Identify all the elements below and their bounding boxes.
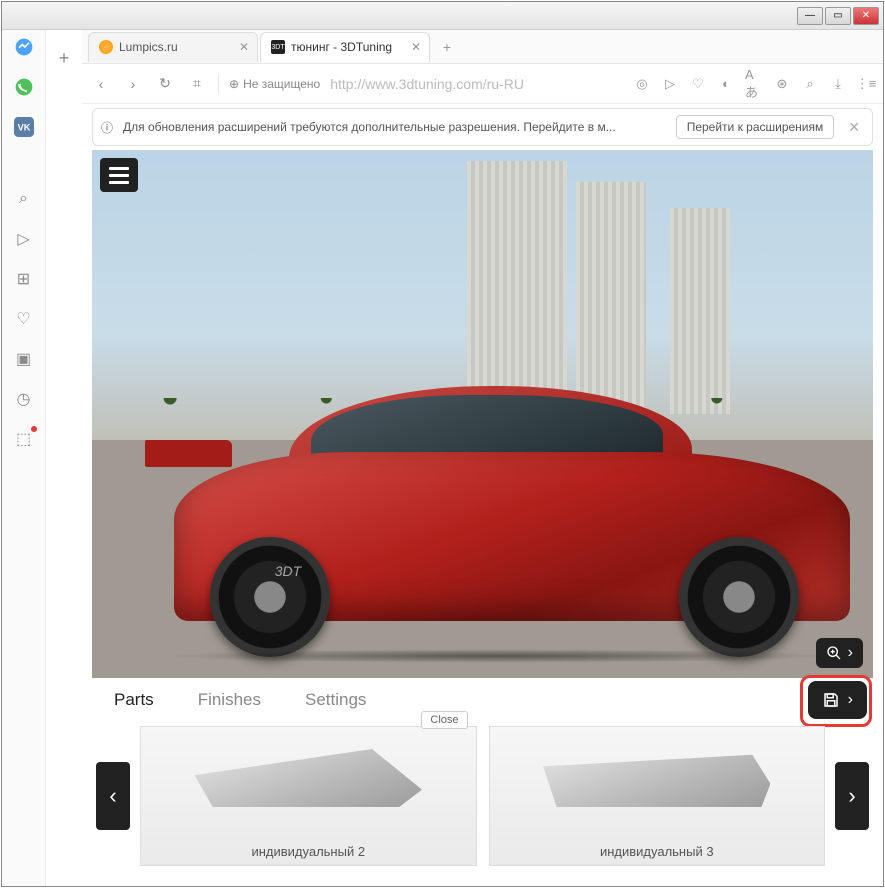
download-icon[interactable]: ⤓ (829, 75, 847, 93)
tab-title: Lumpics.ru (119, 40, 178, 54)
chevron-right-icon: › (848, 691, 853, 709)
globe-icon: ⊕ (229, 77, 239, 91)
tab-bar: Lumpics.ru ✕ 3DT тюнинг - 3DTuning ✕ + (82, 30, 883, 64)
part-label: индивидуальный 3 (600, 844, 714, 859)
translate-icon[interactable]: Aあ (745, 75, 763, 93)
close-chip[interactable]: Close (421, 711, 467, 729)
part-label: индивидуальный 2 (251, 844, 365, 859)
window-maximize-button[interactable]: ▭ (825, 7, 851, 25)
window-minimize-button[interactable]: — (797, 7, 823, 25)
reload-button[interactable]: ↻ (154, 73, 176, 95)
notification-message: Для обновления расширений требуются допо… (123, 120, 666, 134)
info-icon: ⓘ (101, 119, 113, 136)
save-button[interactable]: › (808, 681, 867, 719)
new-tab-button[interactable]: + (436, 36, 458, 58)
history-icon[interactable]: ◷ (13, 388, 35, 410)
url-field[interactable]: http://www.3dtuning.com/ru-RU (330, 76, 623, 92)
window-close-button[interactable]: ✕ (853, 7, 879, 25)
page-viewport: 3DT › Parts Finishes Settings (92, 150, 873, 878)
save-icon (822, 691, 840, 709)
play-icon[interactable]: ▷ (661, 75, 679, 93)
magnify-icon[interactable]: ⌕ (801, 75, 819, 93)
parts-next-button[interactable]: › (835, 762, 869, 830)
whatsapp-icon[interactable] (13, 76, 35, 98)
address-bar: ‹ › ↻ ⌗ ⊕ Не защищено http://www.3dtunin… (82, 64, 883, 104)
favicon-lumpics (99, 40, 113, 54)
parts-prev-button[interactable]: ‹ (96, 762, 130, 830)
part-card[interactable]: индивидуальный 3 (489, 726, 826, 866)
car-logo: 3DT (275, 563, 301, 579)
forward-button[interactable]: › (122, 73, 144, 95)
hamburger-line (109, 181, 129, 184)
box-icon[interactable]: ⬚ (13, 428, 35, 450)
tab-close-icon[interactable]: ✕ (239, 40, 249, 54)
window-titlebar: — ▭ ✕ (2, 2, 883, 30)
extension-icon[interactable]: ⊛ (773, 75, 791, 93)
security-status[interactable]: ⊕ Не защищено (229, 77, 320, 91)
car-scene[interactable]: 3DT (92, 150, 873, 678)
parts-list: ‹ Close индивидуальный 2 индивидуальный … (92, 722, 873, 870)
tab-parts[interactable]: Parts (92, 678, 176, 722)
menu-button[interactable] (100, 158, 138, 192)
car-spoiler (145, 440, 231, 467)
tab-lumpics[interactable]: Lumpics.ru ✕ (88, 32, 258, 62)
vk-icon[interactable]: VK (13, 116, 35, 138)
messenger-icon[interactable] (13, 36, 35, 58)
car-shadow (160, 649, 835, 663)
panel-tabs: Parts Finishes Settings › (92, 678, 873, 722)
easy-setup-icon[interactable]: ⋮≡ (857, 75, 875, 93)
workspace-add-button[interactable]: + (59, 48, 70, 69)
tab-settings[interactable]: Settings (283, 678, 388, 722)
favicon-3dtuning: 3DT (271, 40, 285, 54)
hamburger-line (109, 174, 129, 177)
zoom-button[interactable]: › (816, 638, 863, 668)
front-wheel (679, 537, 799, 657)
tab-finishes[interactable]: Finishes (176, 678, 283, 722)
tab-side-column: + (46, 30, 82, 886)
back-button[interactable]: ‹ (90, 73, 112, 95)
tab-title: тюнинг - 3DTuning (291, 40, 392, 54)
bottom-panel: Parts Finishes Settings › ‹ Close (92, 678, 873, 878)
tab-close-icon[interactable]: ✕ (411, 40, 421, 54)
shield-icon[interactable]: ◐ (717, 75, 735, 93)
chevron-right-icon: › (848, 644, 853, 662)
bookmark-icon[interactable]: ▣ (13, 348, 35, 370)
svg-text:VK: VK (17, 122, 30, 132)
rear-wheel (210, 537, 330, 657)
send-icon[interactable]: ▷ (13, 228, 35, 250)
zoom-in-icon (826, 645, 842, 661)
hamburger-line (109, 167, 129, 170)
apps-icon[interactable]: ⊞ (13, 268, 35, 290)
tab-3dtuning[interactable]: 3DT тюнинг - 3DTuning ✕ (260, 32, 430, 62)
go-to-extensions-button[interactable]: Перейти к расширениям (676, 115, 835, 139)
speed-dial-icon[interactable]: ⌗ (186, 73, 208, 95)
part-thumbnail (195, 749, 422, 807)
snapshot-icon[interactable]: ◎ (633, 75, 651, 93)
opera-sidebar: VK ⌕ ▷ ⊞ ♡ ▣ ◷ ⬚ (2, 30, 46, 886)
car-model[interactable]: 3DT (131, 356, 850, 657)
heart-icon[interactable]: ♡ (689, 75, 707, 93)
security-label: Не защищено (243, 77, 320, 91)
notification-close-icon[interactable]: ✕ (844, 119, 864, 136)
heart-icon[interactable]: ♡ (13, 308, 35, 330)
part-card[interactable]: Close индивидуальный 2 (140, 726, 477, 866)
search-icon[interactable]: ⌕ (13, 188, 35, 210)
part-thumbnail (543, 749, 770, 807)
extension-notification: ⓘ Для обновления расширений требуются до… (92, 108, 873, 146)
